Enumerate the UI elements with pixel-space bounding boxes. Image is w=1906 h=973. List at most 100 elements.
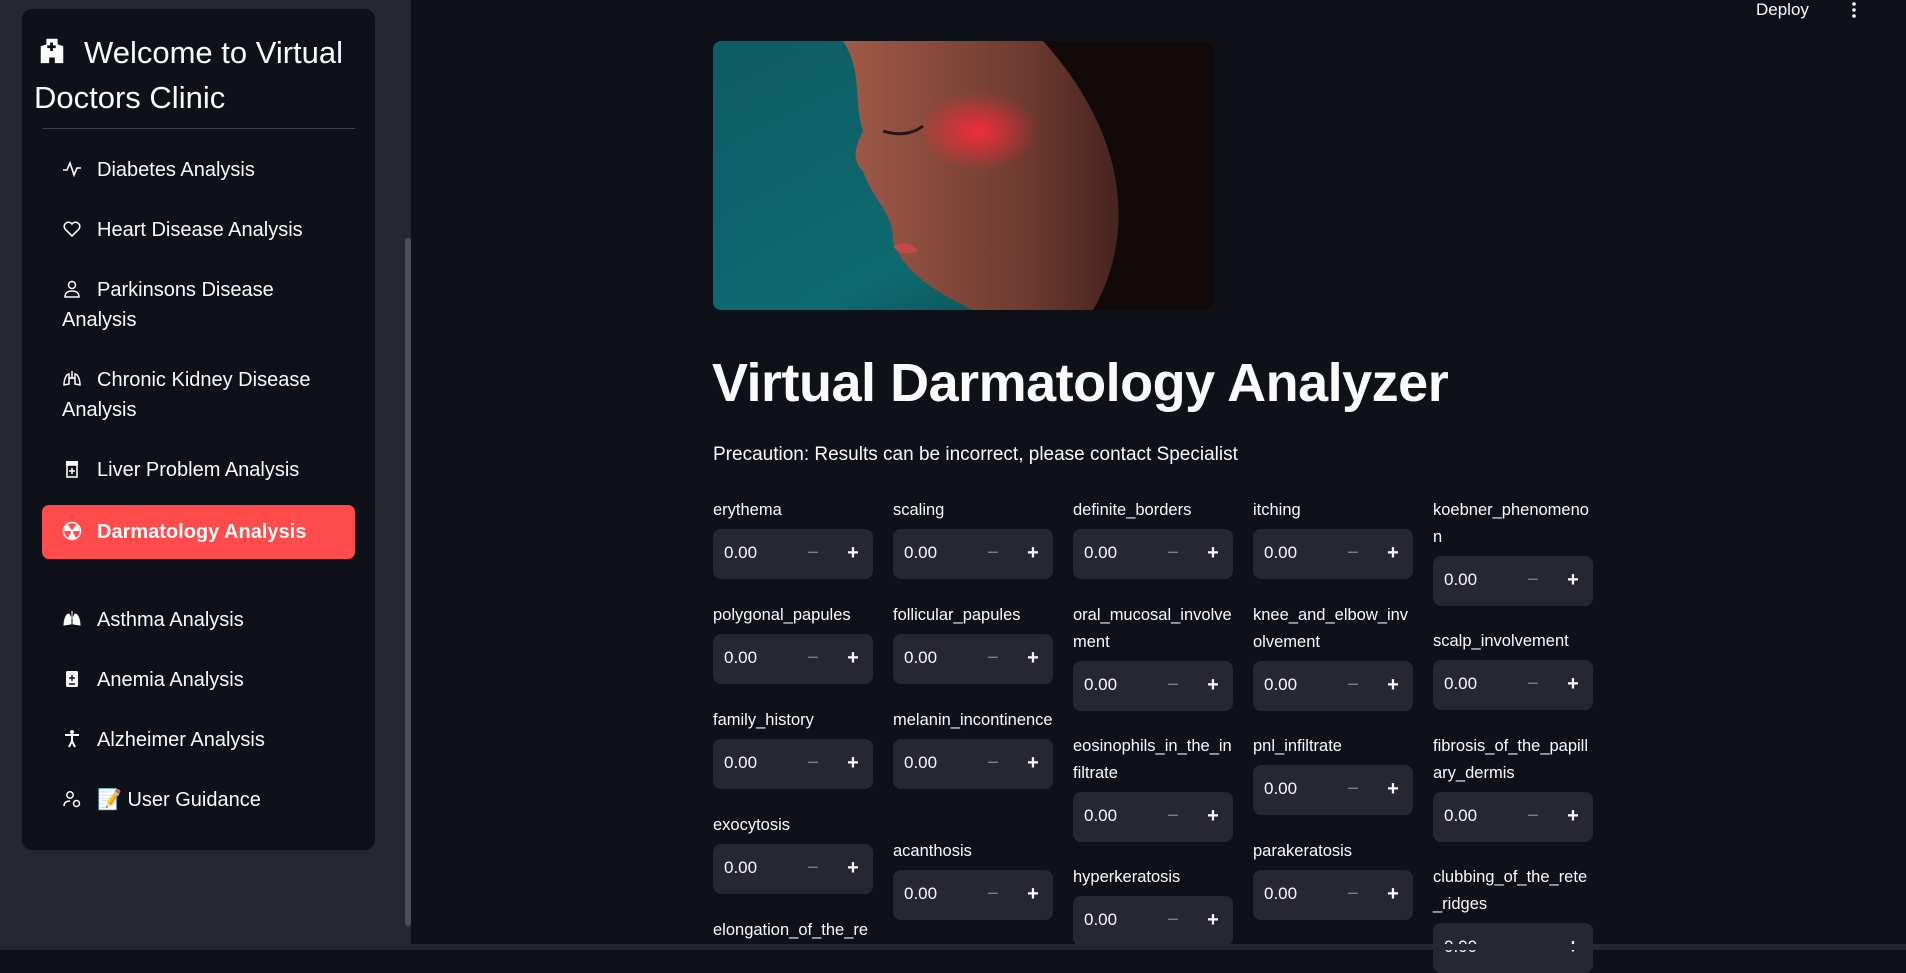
number-stepper: 0.00 −+ <box>1073 792 1233 842</box>
sidebar-item-label: Diabetes Analysis <box>97 159 255 181</box>
number-stepper: 0.00 −+ <box>713 739 873 789</box>
number-stepper: 0.00 −+ <box>1073 896 1233 946</box>
decrement-button[interactable]: − <box>793 739 833 789</box>
number-input-field: family_history 0.00 − + <box>713 707 873 789</box>
deploy-button[interactable]: Deploy <box>1756 0 1809 20</box>
number-value-input[interactable]: 0.00 <box>904 648 937 668</box>
number-input-field: hyperkeratosis 0.00 − + <box>1073 864 1233 946</box>
increment-button[interactable]: + <box>833 634 873 684</box>
sidebar-item-label: Liver Problem Analysis <box>97 459 300 481</box>
sidebar-scrollbar[interactable] <box>405 238 411 926</box>
sidebar-item-diabetes[interactable]: Diabetes Analysis <box>42 155 355 185</box>
decrement-button[interactable]: − <box>1513 792 1553 842</box>
decrement-button[interactable]: − <box>973 634 1013 684</box>
sidebar-item-anemia[interactable]: Anemia Analysis <box>42 665 355 695</box>
decrement-button[interactable]: − <box>973 739 1013 789</box>
decrement-button[interactable]: − <box>1153 661 1193 711</box>
decrement-button[interactable]: − <box>1333 870 1373 920</box>
decrement-button[interactable]: − <box>1153 896 1193 946</box>
decrement-button[interactable]: − <box>1153 529 1193 579</box>
number-value-input[interactable]: 0.00 <box>724 858 757 878</box>
sidebar-item-heart-disease[interactable]: Heart Disease Analysis <box>42 215 355 245</box>
sidebar-item-chronic-kidney[interactable]: Chronic Kidney Disease Analysis <box>42 365 355 425</box>
number-value-input[interactable]: 0.00 <box>1264 779 1297 799</box>
sidebar-item-parkinsons[interactable]: Parkinsons Disease Analysis <box>42 275 355 335</box>
number-value-input[interactable]: 0.00 <box>1084 675 1117 695</box>
number-value-input[interactable]: 0.00 <box>1444 570 1477 590</box>
hero-image <box>713 41 1214 310</box>
number-value-input[interactable]: 0.00 <box>1084 543 1117 563</box>
decrement-button[interactable]: − <box>1333 529 1373 579</box>
more-vertical-icon[interactable] <box>1845 1 1863 19</box>
decrement-button[interactable]: − <box>1153 792 1193 842</box>
field-label: fibrosis_of_the_papillary_dermis <box>1433 737 1589 782</box>
sidebar-item-label: 📝 User Guidance <box>97 789 261 811</box>
number-value-input[interactable]: 0.00 <box>724 753 757 773</box>
increment-button[interactable]: + <box>833 844 873 894</box>
increment-button[interactable]: + <box>1013 870 1053 920</box>
increment-button[interactable]: + <box>1373 661 1413 711</box>
sidebar: Welcome to Virtual Doctors Clinic Diabet… <box>0 0 411 950</box>
sidebar-item-label: Anemia Analysis <box>97 669 244 691</box>
number-stepper: 0.00 −+ <box>893 739 1053 789</box>
increment-button[interactable]: + <box>1553 792 1593 842</box>
sidebar-item-liver[interactable]: Liver Problem Analysis <box>42 455 355 485</box>
field-label: knee_and_elbow_involvement <box>1253 606 1409 651</box>
number-value-input[interactable]: 0.00 <box>724 543 757 563</box>
increment-button[interactable]: + <box>1013 529 1053 579</box>
heart-icon <box>63 221 81 238</box>
increment-button[interactable]: + <box>833 739 873 789</box>
decrement-button[interactable]: − <box>973 870 1013 920</box>
number-stepper: 0.00 −+ <box>1073 529 1233 579</box>
increment-button[interactable]: + <box>1553 660 1593 710</box>
decrement-button[interactable]: − <box>793 634 833 684</box>
sidebar-item-alzheimer[interactable]: Alzheimer Analysis <box>42 725 355 755</box>
increment-button[interactable]: + <box>1013 634 1053 684</box>
number-value-input[interactable]: 0.00 <box>1264 675 1297 695</box>
face-with-skin-rash-image <box>713 41 1214 310</box>
number-value-input[interactable]: 0.00 <box>1084 806 1117 826</box>
number-input-field: eosinophils_in_the_infiltrate 0.00 − + <box>1073 733 1233 842</box>
sidebar-item-darmatology[interactable]: Darmatology Analysis <box>42 505 355 559</box>
decrement-button[interactable]: − <box>793 844 833 894</box>
number-value-input[interactable]: 0.00 <box>1444 806 1477 826</box>
number-value-input[interactable]: 0.00 <box>1084 910 1117 930</box>
number-stepper: 0.00 −+ <box>1253 661 1413 711</box>
prescription-icon <box>66 461 78 478</box>
decrement-button[interactable]: − <box>1333 765 1373 815</box>
field-label: koebner_phenomenon <box>1433 501 1589 546</box>
increment-button[interactable]: + <box>1373 870 1413 920</box>
number-input-field: elongation_of_the_re <box>713 917 873 944</box>
number-value-input[interactable]: 0.00 <box>904 884 937 904</box>
number-stepper: 0.00 −+ <box>1433 792 1593 842</box>
sidebar-item-user-guidance[interactable]: 📝 User Guidance <box>42 785 355 815</box>
increment-button[interactable]: + <box>1193 896 1233 946</box>
number-value-input[interactable]: 0.00 <box>1444 674 1477 694</box>
radioactive-icon <box>62 521 82 541</box>
decrement-button[interactable]: − <box>1513 660 1553 710</box>
decrement-button[interactable]: − <box>1333 661 1373 711</box>
number-value-input[interactable]: 0.00 <box>904 543 937 563</box>
decrement-button[interactable]: − <box>793 529 833 579</box>
number-value-input[interactable]: 0.00 <box>1264 884 1297 904</box>
increment-button[interactable]: + <box>1193 529 1233 579</box>
number-value-input[interactable]: 0.00 <box>1264 543 1297 563</box>
field-label: scalp_involvement <box>1433 632 1569 650</box>
sidebar-item-asthma[interactable]: Asthma Analysis <box>42 605 355 635</box>
sidebar-title: Welcome to Virtual Doctors Clinic <box>34 30 354 120</box>
number-input-field: knee_and_elbow_involvement 0.00 − + <box>1253 602 1413 711</box>
increment-button[interactable]: + <box>1553 556 1593 606</box>
number-value-input[interactable]: 0.00 <box>724 648 757 668</box>
increment-button[interactable]: + <box>1013 739 1053 789</box>
number-input-field: polygonal_papules 0.00 − + <box>713 602 873 684</box>
decrement-button[interactable]: − <box>1513 556 1553 606</box>
number-value-input[interactable]: 0.00 <box>904 753 937 773</box>
increment-button[interactable]: + <box>1373 529 1413 579</box>
field-label: parakeratosis <box>1253 842 1353 860</box>
decrement-button[interactable]: − <box>973 529 1013 579</box>
increment-button[interactable]: + <box>1193 792 1233 842</box>
increment-button[interactable]: + <box>1193 661 1233 711</box>
universal-access-icon <box>65 730 79 748</box>
increment-button[interactable]: + <box>1373 765 1413 815</box>
increment-button[interactable]: + <box>833 529 873 579</box>
